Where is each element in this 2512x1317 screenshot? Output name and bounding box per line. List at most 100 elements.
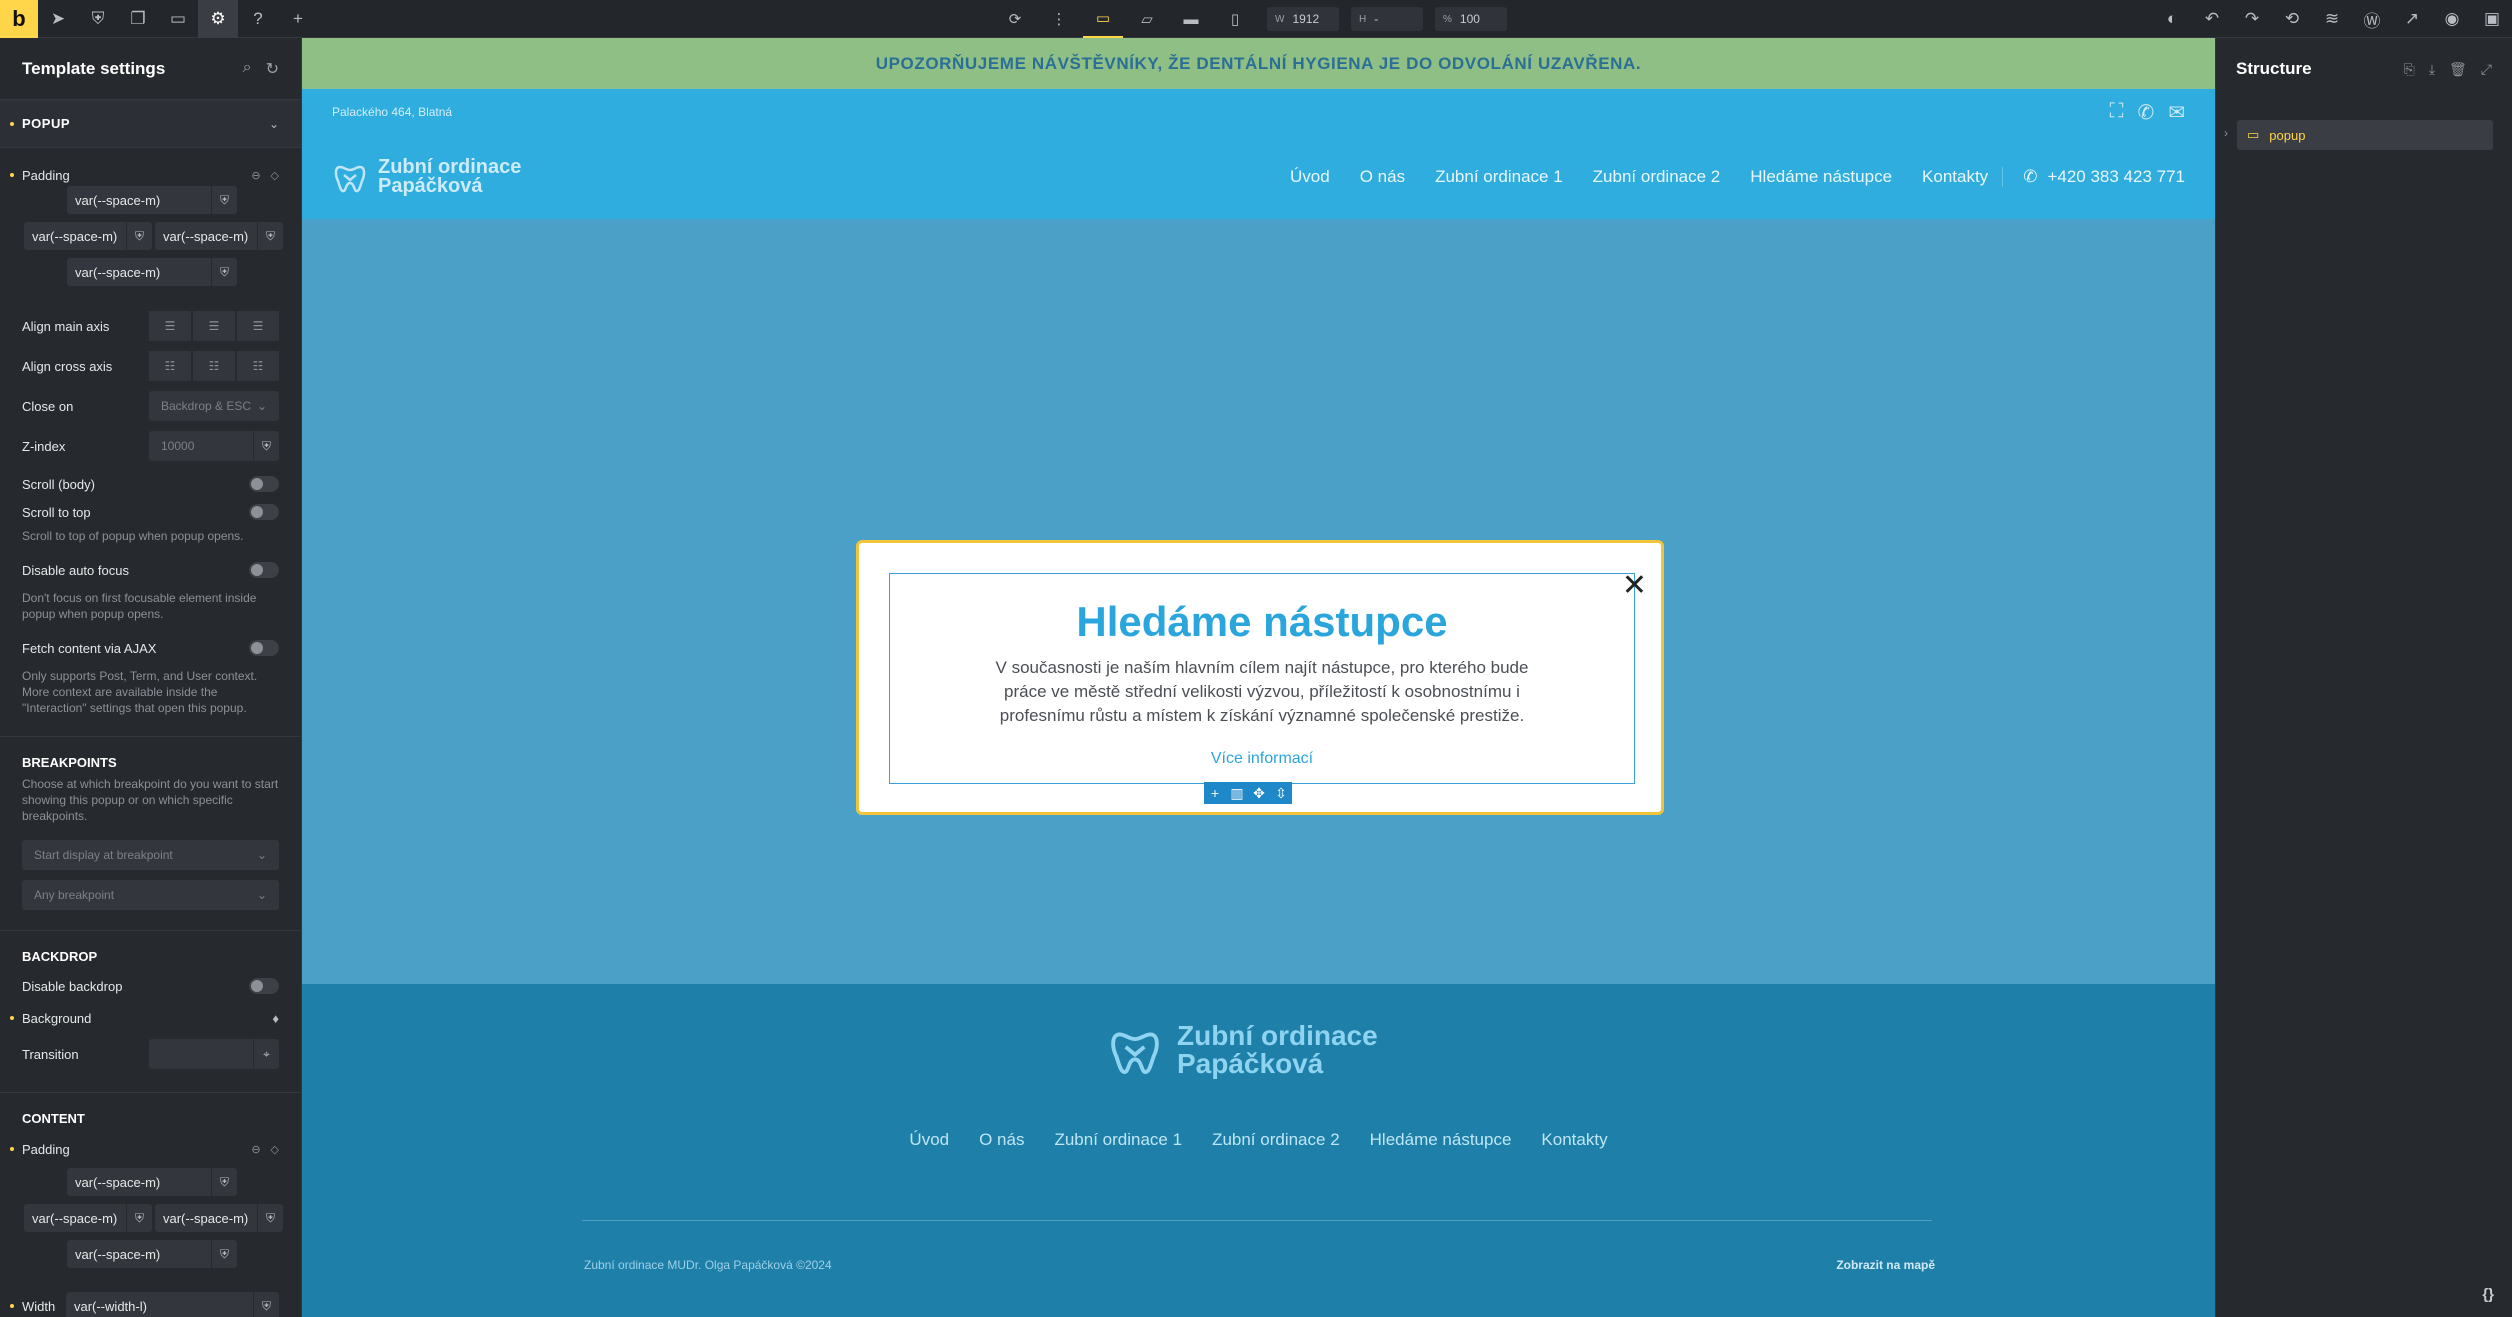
diamond-icon[interactable]: ◇ [271,1143,279,1156]
menu-item-hledame-nastupce[interactable]: Hledáme nástupce [1750,167,1892,187]
shield-icon[interactable]: ⛨ [78,0,118,38]
color-drop-icon[interactable]: ♦ [272,1011,279,1026]
padding-bottom-field[interactable]: var(--space-m) ⛨ [67,258,237,286]
padding-left-field[interactable]: var(--space-m) ⛨ [24,222,152,250]
search-icon[interactable]: ⌕ [243,59,252,79]
variable-icon[interactable]: ⛨ [253,431,279,461]
builder-canvas[interactable]: UPOZORŇUJEME NÁVŠTĚVNÍKY, ŽE DENTÁLNÍ HY… [302,38,2215,1317]
redo-icon[interactable]: ↷ [2232,0,2272,38]
footer-menu-kontakty[interactable]: Kontakty [1541,1130,1607,1150]
header-phone[interactable]: ✆ +420 383 423 771 [2002,167,2185,187]
fetch-ajax-toggle[interactable] [249,640,279,656]
canvas-width-field[interactable]: W 1912 [1267,7,1339,31]
add-plus-icon[interactable]: + [278,0,318,38]
wordpress-icon[interactable]: Ⓦ [2352,0,2392,38]
footer-menu-ordinace-2[interactable]: Zubní ordinace 2 [1212,1130,1340,1150]
close-on-select[interactable]: Backdrop & ESC ⌄ [149,391,279,421]
refresh-icon[interactable]: ⟳ [995,0,1035,38]
footer-menu-uvod[interactable]: Úvod [909,1130,949,1150]
pages-icon[interactable]: ❐ [118,0,158,38]
layers-icon[interactable]: ≋ [2312,0,2352,38]
padding-right-field[interactable]: var(--space-m) ⛨ [155,222,283,250]
footer-menu-o-nas[interactable]: O nás [979,1130,1024,1150]
zindex-input[interactable]: 10000 ⛨ [149,431,279,461]
footer-brand[interactable]: Zubní ordinace Papáčková [1107,1022,1378,1078]
variable-icon[interactable]: ⛨ [211,258,237,286]
undo-icon[interactable]: ↶ [2192,0,2232,38]
download-icon[interactable]: ⤓ [2429,61,2435,78]
trash-icon[interactable]: 🗑 [2449,61,2467,78]
more-info-link[interactable]: Více informací [890,750,1634,768]
save-icon[interactable]: ▣ [2472,0,2512,38]
external-link-icon[interactable]: ↗ [2392,0,2432,38]
align-end-icon[interactable]: ☰ [237,311,279,341]
disable-backdrop-toggle[interactable] [249,978,279,994]
phone-icon[interactable]: ✆ [2137,100,2154,125]
popup-section-header[interactable]: POPUP ⌄ [0,100,301,148]
align-start-icon[interactable]: ☰ [149,311,191,341]
variable-icon[interactable]: ⌖ [253,1039,279,1069]
content-padding-left-field[interactable]: var(--space-m) ⛨ [24,1204,152,1232]
contrast-icon[interactable]: ◐ [2152,0,2192,38]
link-icon[interactable]: ⊖ [251,1143,260,1156]
canvas-height-field[interactable]: H - [1351,7,1423,31]
transition-input[interactable]: ⌖ [149,1039,279,1069]
width-input[interactable]: var(--width-l) ⛨ [66,1292,279,1317]
content-padding-bottom-field[interactable]: var(--space-m) ⛨ [67,1240,237,1268]
popup-content[interactable]: Hledáme nástupce V současnosti je naším … [889,573,1635,784]
align-cross-center-icon[interactable]: ☷ [193,351,235,381]
mail-icon[interactable]: ✉ [2168,100,2185,125]
variable-icon[interactable]: ⛨ [126,222,152,250]
disable-focus-toggle[interactable] [249,562,279,578]
align-center-icon[interactable]: ☰ [193,311,235,341]
variable-icon[interactable]: ⛨ [211,1168,237,1196]
expand-icon[interactable]: ⤢ [2481,61,2492,78]
variable-icon[interactable]: ⛨ [257,222,283,250]
variable-icon[interactable]: ⛨ [253,1292,279,1317]
code-icon[interactable]: {} [2482,1286,2494,1303]
folder-icon[interactable]: ▭ [158,0,198,38]
align-cross-start-icon[interactable]: ☷ [149,351,191,381]
settings-gear-icon[interactable]: ⚙ [198,0,238,38]
clipboard-icon[interactable]: ⎘ [2404,61,2415,78]
desktop-device-icon[interactable]: ▭ [1083,0,1123,38]
history-icon[interactable]: ⟲ [2272,0,2312,38]
variable-icon[interactable]: ⛨ [211,186,237,214]
zoom-field[interactable]: % 100 [1435,7,1507,31]
tablet-landscape-icon[interactable]: ▬ [1171,0,1211,38]
menu-item-uvod[interactable]: Úvod [1290,167,1330,187]
reset-icon[interactable]: ↻ [266,59,279,79]
help-icon[interactable]: ? [238,0,278,38]
variable-icon[interactable]: ⛨ [126,1204,152,1232]
more-vertical-icon[interactable]: ⋮ [1039,0,1079,38]
variable-icon[interactable]: ⛨ [211,1240,237,1268]
scroll-top-toggle[interactable] [249,504,279,520]
scroll-body-toggle[interactable] [249,476,279,492]
any-breakpoint-select[interactable]: Any breakpoint ⌄ [22,880,279,910]
map-icon[interactable]: ⛶ [2109,100,2123,125]
content-padding-right-field[interactable]: var(--space-m) ⛨ [155,1204,283,1232]
mobile-device-icon[interactable]: ▯ [1215,0,1255,38]
menu-item-ordinace-1[interactable]: Zubní ordinace 1 [1435,167,1563,187]
content-padding-top-field[interactable]: var(--space-m) ⛨ [67,1168,237,1196]
chevron-right-icon[interactable]: › [2224,126,2228,140]
columns-icon[interactable]: ▥ [1226,782,1248,804]
laptop-device-icon[interactable]: ▱ [1127,0,1167,38]
menu-item-kontakty[interactable]: Kontakty [1922,167,1988,187]
move-icon[interactable]: ✥ [1248,782,1270,804]
align-cross-end-icon[interactable]: ☷ [237,351,279,381]
variable-icon[interactable]: ⛨ [257,1204,283,1232]
structure-item-popup[interactable]: ▭ popup [2237,120,2493,150]
resize-icon[interactable]: ⇳ [1270,782,1292,804]
builder-logo[interactable]: b [0,0,38,38]
preview-eye-icon[interactable]: ◉ [2432,0,2472,38]
footer-map-link[interactable]: Zobrazit na mapě [1836,1258,1935,1272]
link-icon[interactable]: ⊖ [251,169,260,182]
select-pointer-icon[interactable]: ➤ [38,0,78,38]
footer-menu-ordinace-1[interactable]: Zubní ordinace 1 [1054,1130,1182,1150]
menu-item-ordinace-2[interactable]: Zubní ordinace 2 [1593,167,1721,187]
popup-container[interactable]: Hledáme nástupce V současnosti je naším … [856,540,1664,815]
close-icon[interactable]: ✕ [1622,571,1647,601]
start-breakpoint-select[interactable]: Start display at breakpoint ⌄ [22,840,279,870]
menu-item-o-nas[interactable]: O nás [1360,167,1405,187]
